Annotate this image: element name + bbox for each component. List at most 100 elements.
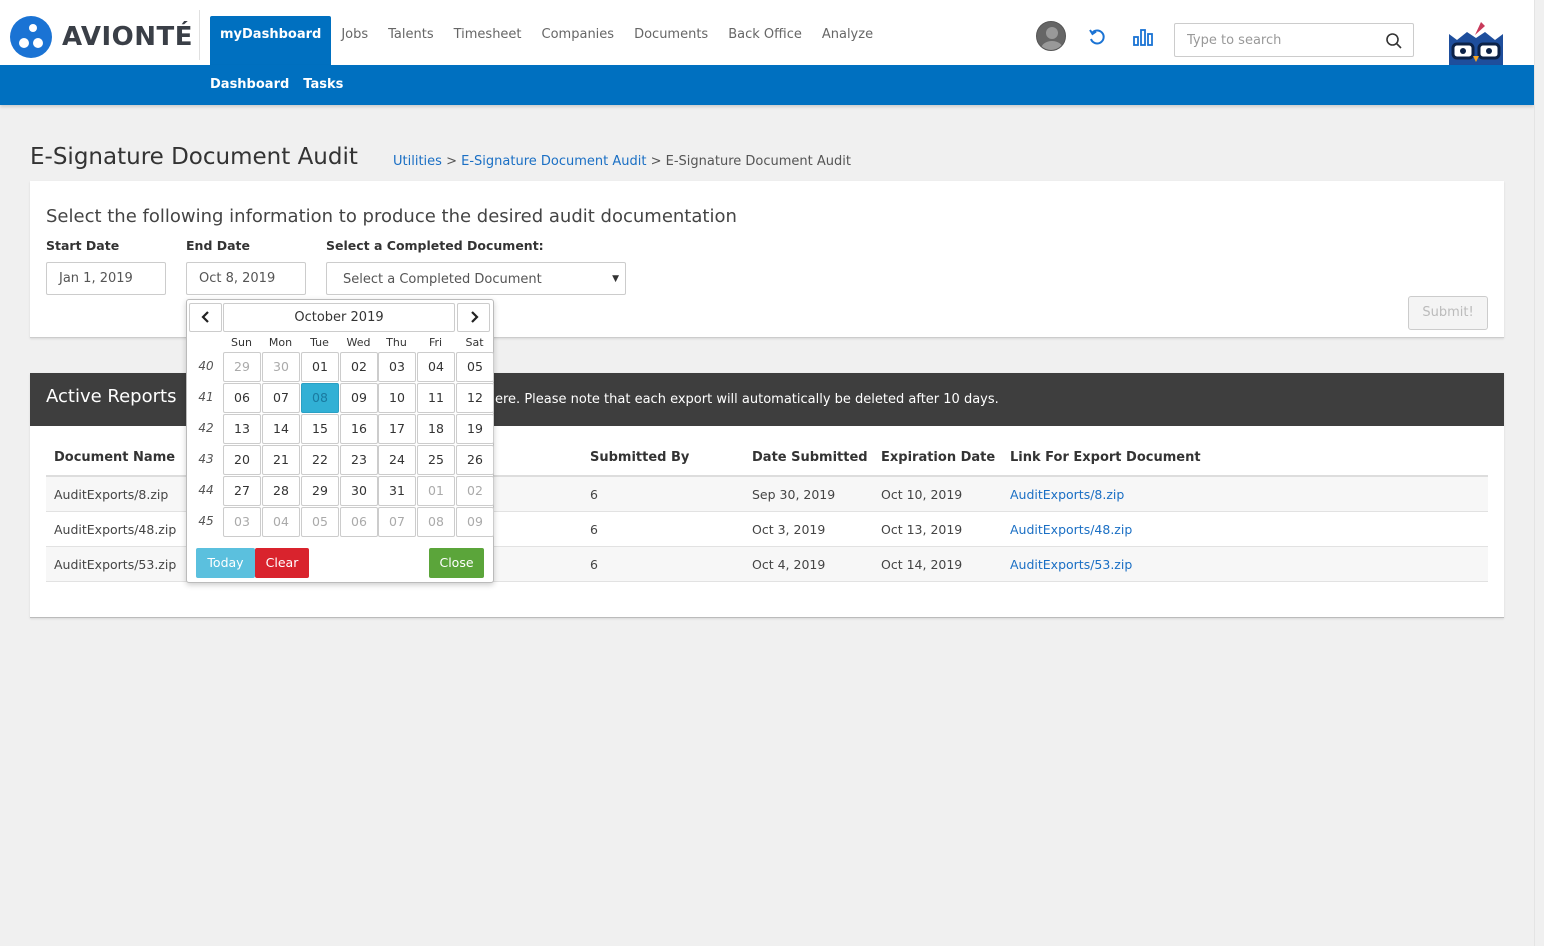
week-number: 42	[198, 421, 214, 435]
subnav-item-tasks[interactable]: Tasks	[303, 65, 343, 105]
datepicker-day[interactable]: 20	[223, 445, 261, 475]
breadcrumb: Utilities > E-Signature Document Audit >…	[393, 154, 851, 169]
datepicker-day[interactable]: 17	[378, 414, 416, 444]
datepicker-day[interactable]: 19	[456, 414, 494, 444]
col-expiration-date[interactable]: Expiration Date	[881, 450, 995, 465]
analytics-chart-icon[interactable]	[1133, 28, 1153, 46]
datepicker-day[interactable]: 31	[378, 476, 416, 506]
datepicker-day[interactable]: 10	[378, 383, 416, 413]
week-number: 44	[198, 483, 214, 497]
end-date-input[interactable]: Oct 8, 2019	[186, 262, 306, 295]
breadcrumb-current: E-Signature Document Audit	[665, 154, 851, 169]
datepicker-day[interactable]: 24	[378, 445, 416, 475]
datepicker-day[interactable]: 22	[301, 445, 339, 475]
nav-item-documents[interactable]: Documents	[624, 16, 718, 65]
datepicker-day[interactable]: 05	[456, 352, 494, 382]
breadcrumb-utilities[interactable]: Utilities	[393, 154, 442, 169]
datepicker-day[interactable]: 02	[456, 476, 494, 506]
cell-document-name: AuditExports/48.zip	[54, 522, 177, 537]
chevron-left-icon	[200, 311, 209, 323]
datepicker-day[interactable]: 25	[417, 445, 455, 475]
datepicker-day[interactable]: 01	[417, 476, 455, 506]
datepicker-day[interactable]: 12	[456, 383, 494, 413]
datepicker-day[interactable]: 30	[262, 352, 300, 382]
subnav-item-dashboard[interactable]: Dashboard	[210, 65, 289, 105]
chevron-right-icon	[470, 311, 479, 323]
form-heading: Select the following information to prod…	[46, 206, 737, 227]
brand-logo[interactable]: AVIONTÉ	[10, 16, 193, 58]
top-navbar: AVIONTÉ myDashboard Jobs Talents Timeshe…	[0, 0, 1534, 65]
datepicker-today-button[interactable]: Today	[196, 548, 255, 578]
datepicker-day[interactable]: 29	[301, 476, 339, 506]
start-date-input[interactable]: Jan 1, 2019	[46, 262, 166, 295]
datepicker-day[interactable]: 06	[223, 383, 261, 413]
datepicker-day[interactable]: 15	[301, 414, 339, 444]
datepicker-day[interactable]: 01	[301, 352, 339, 382]
datepicker-day[interactable]: 27	[223, 476, 261, 506]
cell-date-submitted: Oct 4, 2019	[752, 557, 826, 572]
end-date-datepicker: October 2019 Sun Mon Tue Wed Thu Fri Sat 40 29 30…	[186, 299, 494, 583]
datepicker-close-button[interactable]: Close	[429, 548, 484, 578]
nav-item-jobs[interactable]: Jobs	[331, 16, 378, 65]
datepicker-day[interactable]: 03	[378, 352, 416, 382]
week-number: 45	[198, 514, 214, 528]
export-link[interactable]: AuditExports/53.zip	[1010, 557, 1132, 572]
datepicker-day[interactable]: 03	[223, 507, 261, 537]
datepicker-day[interactable]: 14	[262, 414, 300, 444]
datepicker-day[interactable]: 08	[417, 507, 455, 537]
col-date-submitted[interactable]: Date Submitted	[752, 450, 868, 465]
datepicker-day[interactable]: 05	[301, 507, 339, 537]
datepicker-day[interactable]: 11	[417, 383, 455, 413]
datepicker-day[interactable]: 26	[456, 445, 494, 475]
datepicker-day-selected[interactable]: 08	[301, 383, 339, 413]
datepicker-clear-button[interactable]: Clear	[255, 548, 309, 578]
datepicker-day[interactable]: 23	[340, 445, 378, 475]
datepicker-day[interactable]: 16	[340, 414, 378, 444]
user-avatar[interactable]	[1036, 21, 1066, 51]
global-search[interactable]	[1174, 23, 1414, 57]
weekday-header: Mon	[268, 336, 293, 349]
datepicker-day[interactable]: 07	[262, 383, 300, 413]
datepicker-day[interactable]: 28	[262, 476, 300, 506]
col-submitted-by[interactable]: Submitted By	[590, 450, 689, 465]
search-icon[interactable]	[1385, 32, 1403, 50]
nav-item-talents[interactable]: Talents	[378, 16, 443, 65]
breadcrumb-esignature-audit[interactable]: E-Signature Document Audit	[461, 154, 646, 169]
page-scrollbar[interactable]	[1534, 0, 1544, 946]
datepicker-day[interactable]: 02	[340, 352, 378, 382]
datepicker-prev-button[interactable]	[189, 303, 222, 332]
cell-date-submitted: Oct 3, 2019	[752, 522, 826, 537]
datepicker-day[interactable]: 09	[340, 383, 378, 413]
col-export-link[interactable]: Link For Export Document	[1010, 450, 1201, 465]
document-select[interactable]: Select a Completed Document ▼	[326, 262, 626, 295]
datepicker-day[interactable]: 04	[417, 352, 455, 382]
datepicker-month-switch[interactable]: October 2019	[223, 303, 455, 332]
datepicker-day[interactable]: 30	[340, 476, 378, 506]
reports-note: ere. Please note that each export will a…	[495, 392, 999, 407]
datepicker-day[interactable]: 21	[262, 445, 300, 475]
search-input[interactable]	[1175, 24, 1370, 56]
nav-item-analyze[interactable]: Analyze	[812, 16, 883, 65]
week-number: 40	[198, 359, 214, 373]
export-link[interactable]: AuditExports/48.zip	[1010, 522, 1132, 537]
export-link[interactable]: AuditExports/8.zip	[1010, 487, 1124, 502]
weekday-header: Fri	[428, 336, 443, 349]
datepicker-day[interactable]: 06	[340, 507, 378, 537]
nav-item-back-office[interactable]: Back Office	[718, 16, 812, 65]
datepicker-next-button[interactable]	[457, 303, 490, 332]
nav-item-companies[interactable]: Companies	[532, 16, 625, 65]
datepicker-day[interactable]: 09	[456, 507, 494, 537]
datepicker-day[interactable]: 13	[223, 414, 261, 444]
submit-button[interactable]: Submit!	[1408, 296, 1488, 330]
nav-item-mydashboard[interactable]: myDashboard	[210, 16, 332, 65]
datepicker-day[interactable]: 04	[262, 507, 300, 537]
col-document-name[interactable]: Document Name	[54, 450, 175, 465]
sub-nav: Dashboard Tasks	[210, 65, 357, 105]
nav-item-timesheet[interactable]: Timesheet	[444, 16, 532, 65]
refresh-icon[interactable]	[1088, 28, 1106, 46]
datepicker-day[interactable]: 29	[223, 352, 261, 382]
avionte-logo-icon	[10, 16, 52, 58]
datepicker-day[interactable]: 18	[417, 414, 455, 444]
datepicker-day[interactable]: 07	[378, 507, 416, 537]
cell-document-name: AuditExports/53.zip	[54, 557, 177, 572]
